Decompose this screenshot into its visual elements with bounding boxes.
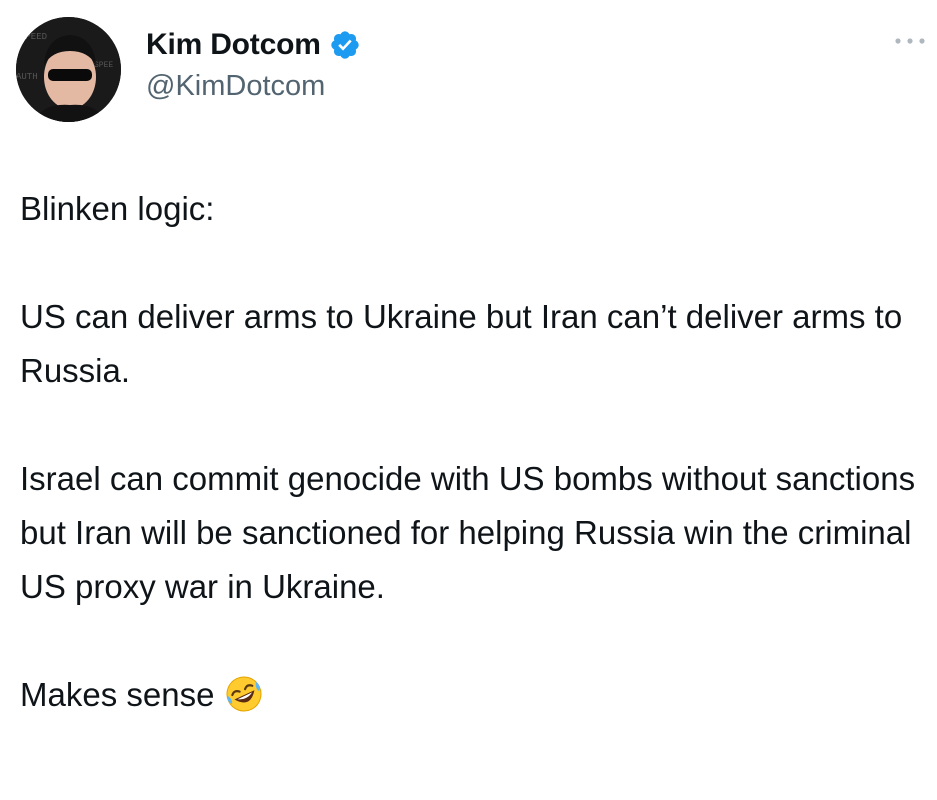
svg-text:SPEED: SPEED bbox=[20, 32, 47, 42]
tweet-card: SPEED AUTH SPEE Kim Dotcom @KimDotcom Bl… bbox=[0, 0, 937, 800]
tweet-paragraph-text: Makes sense bbox=[20, 676, 215, 713]
svg-text:SPEE: SPEE bbox=[94, 61, 113, 70]
tweet-paragraph: US can deliver arms to Ukraine but Iran … bbox=[20, 298, 903, 389]
rolling-on-floor-laughing-emoji-icon bbox=[226, 676, 262, 712]
tweet-paragraph-last: Makes sense bbox=[20, 668, 920, 722]
tweet-text: Blinken logic: US can deliver arms to Uk… bbox=[20, 182, 920, 722]
verified-badge-icon bbox=[331, 31, 359, 59]
avatar-photo-icon: SPEED AUTH SPEE bbox=[16, 17, 121, 122]
author-name-row: Kim Dotcom bbox=[146, 26, 361, 64]
tweet-paragraph: Israel can commit genocide with US bombs… bbox=[20, 460, 916, 605]
svg-text:AUTH: AUTH bbox=[16, 72, 38, 82]
avatar[interactable]: SPEED AUTH SPEE bbox=[16, 17, 121, 122]
author-handle[interactable]: @KimDotcom bbox=[146, 70, 325, 103]
tweet-paragraph: Blinken logic: bbox=[20, 190, 215, 227]
more-options-icon[interactable] bbox=[893, 34, 927, 48]
author-display-name[interactable]: Kim Dotcom bbox=[146, 28, 321, 62]
